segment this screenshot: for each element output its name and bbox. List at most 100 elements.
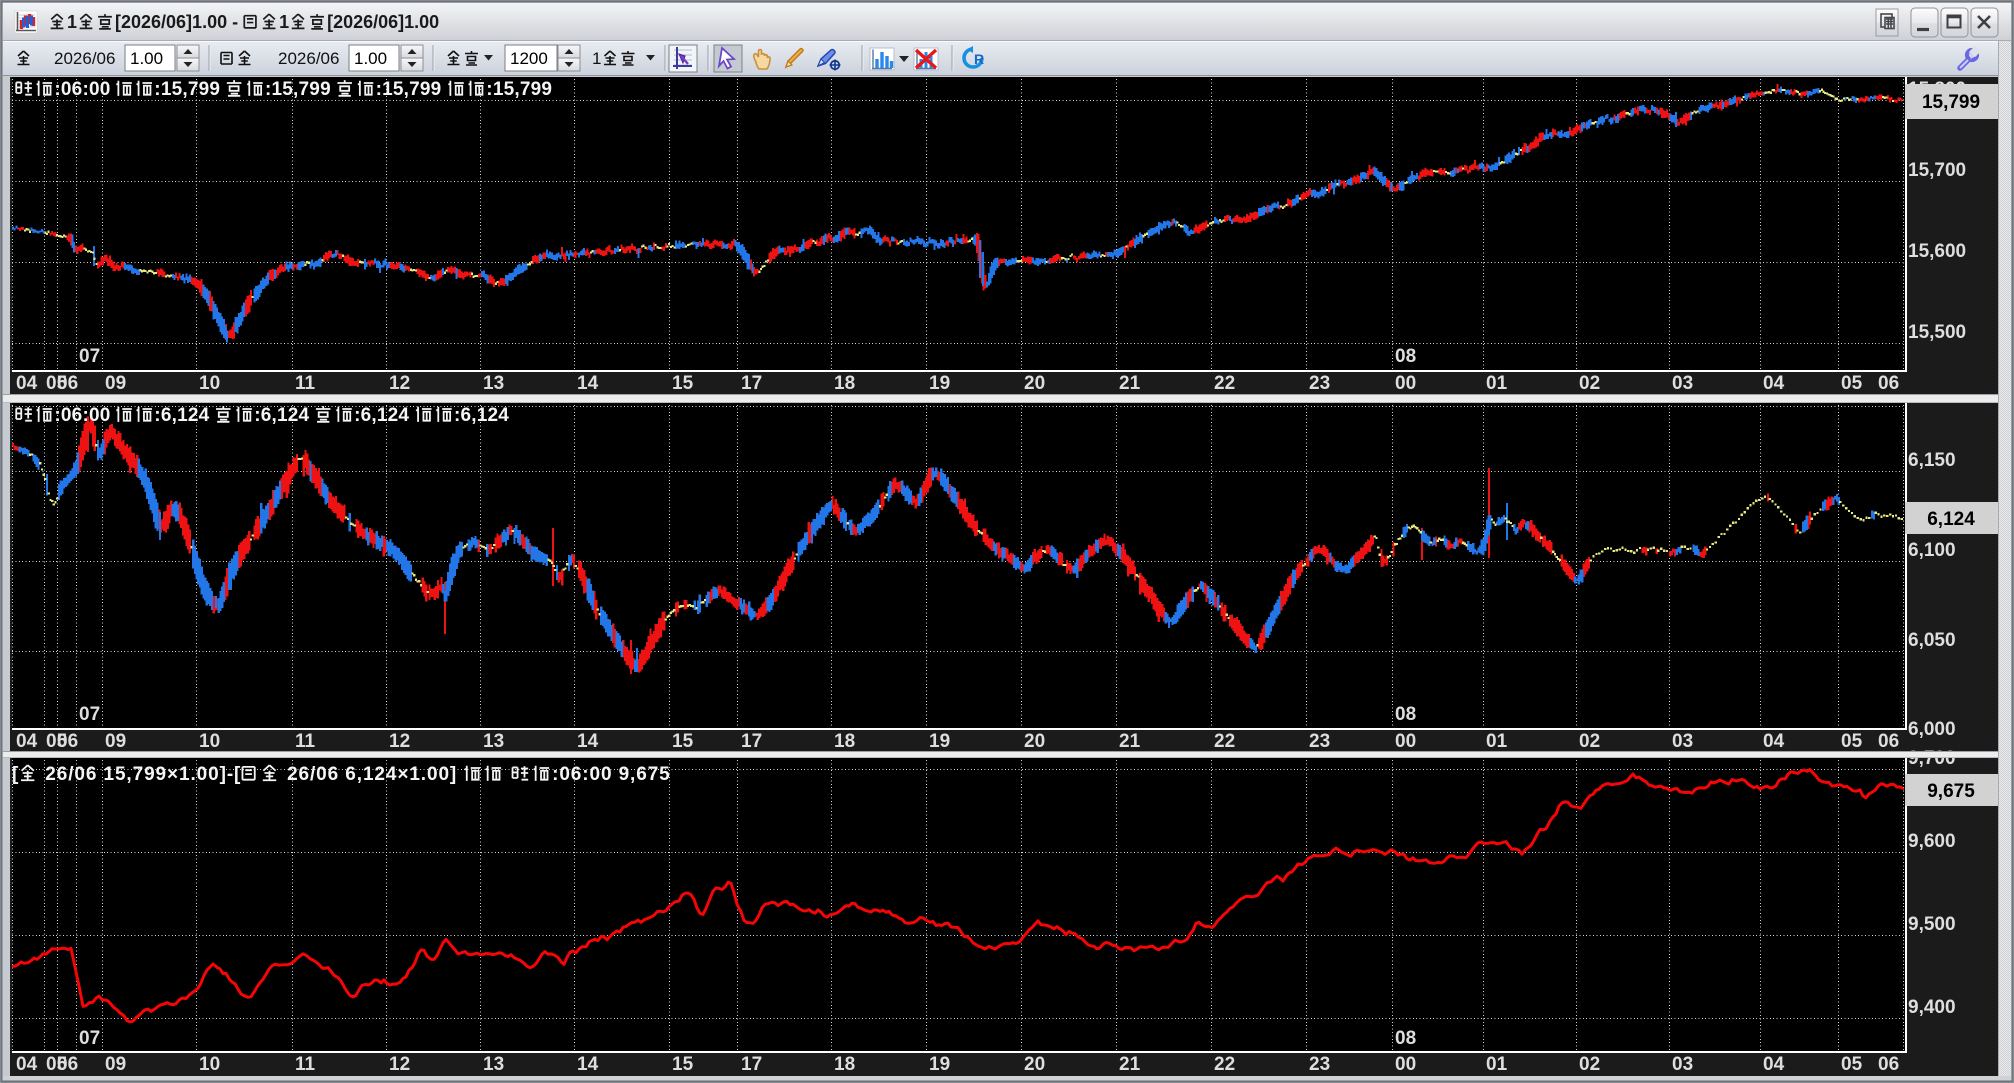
svg-text:01: 01 xyxy=(1486,1054,1508,1075)
svg-text:15: 15 xyxy=(672,1054,694,1075)
svg-text:13: 13 xyxy=(483,373,504,394)
svg-text:06: 06 xyxy=(1878,1054,1899,1075)
svg-text:15,600: 15,600 xyxy=(1908,241,1966,262)
svg-text:11: 11 xyxy=(295,1054,316,1075)
svg-text:[2026/06]1.00: [2026/06]1.00 xyxy=(327,12,439,32)
svg-text:19: 19 xyxy=(929,1054,950,1075)
svg-text:09: 09 xyxy=(105,1054,126,1075)
svg-text:06: 06 xyxy=(57,731,78,752)
svg-text:18: 18 xyxy=(834,1054,855,1075)
svg-text::06:00: :06:00 xyxy=(54,405,116,426)
svg-text:6,124: 6,124 xyxy=(1927,509,1975,530)
svg-text:06: 06 xyxy=(57,373,78,394)
svg-text:20: 20 xyxy=(1024,373,1045,394)
svg-text:14: 14 xyxy=(577,1054,599,1075)
svg-text::6,124: :6,124 xyxy=(454,405,509,426)
svg-text:09: 09 xyxy=(105,731,126,752)
svg-text:15: 15 xyxy=(672,731,694,752)
svg-text:00: 00 xyxy=(1395,373,1416,394)
svg-text:01: 01 xyxy=(1486,373,1508,394)
svg-text::15,799: :15,799 xyxy=(265,79,336,100)
svg-text::06:00 9,675: :06:00 9,675 xyxy=(552,764,671,785)
svg-text:10: 10 xyxy=(199,731,220,752)
svg-text:04: 04 xyxy=(1763,731,1785,752)
svg-text:1.00: 1.00 xyxy=(354,49,387,68)
svg-text:9,500: 9,500 xyxy=(1908,914,1956,935)
svg-text:9,600: 9,600 xyxy=(1908,831,1956,852)
svg-text:19: 19 xyxy=(929,373,950,394)
svg-text:15,799: 15,799 xyxy=(1922,92,1980,113)
svg-text:05: 05 xyxy=(1841,1054,1863,1075)
svg-text:18: 18 xyxy=(834,731,855,752)
svg-text:02: 02 xyxy=(1579,373,1600,394)
svg-text:06: 06 xyxy=(1878,373,1899,394)
svg-text:20: 20 xyxy=(1024,731,1045,752)
svg-text:2026/06: 2026/06 xyxy=(278,49,339,68)
svg-text:00: 00 xyxy=(1395,731,1416,752)
svg-text:1200: 1200 xyxy=(510,49,548,68)
svg-text:02: 02 xyxy=(1579,1054,1600,1075)
svg-text:08: 08 xyxy=(1395,1028,1416,1049)
svg-text:15,500: 15,500 xyxy=(1908,322,1966,343)
svg-text:13: 13 xyxy=(483,1054,504,1075)
svg-text:14: 14 xyxy=(577,731,599,752)
svg-text:05: 05 xyxy=(1841,373,1863,394)
svg-text:23: 23 xyxy=(1309,373,1330,394)
svg-text:22: 22 xyxy=(1214,731,1235,752)
svg-text:04: 04 xyxy=(16,731,38,752)
svg-text:07: 07 xyxy=(79,704,100,725)
svg-text:6,100: 6,100 xyxy=(1908,540,1956,561)
svg-text:04: 04 xyxy=(1763,373,1785,394)
svg-text:19: 19 xyxy=(929,731,950,752)
svg-text:15,700: 15,700 xyxy=(1908,160,1966,181)
svg-text:01: 01 xyxy=(1486,731,1508,752)
svg-text:[2026/06]1.00 -: [2026/06]1.00 - xyxy=(115,12,243,32)
svg-text:[: [ xyxy=(12,764,19,785)
svg-text::06:00: :06:00 xyxy=(54,79,116,100)
svg-text:6,000: 6,000 xyxy=(1908,719,1956,740)
svg-text:08: 08 xyxy=(1395,346,1416,367)
svg-text:17: 17 xyxy=(741,373,762,394)
svg-text:07: 07 xyxy=(79,346,100,367)
svg-text:1.00: 1.00 xyxy=(130,49,163,68)
svg-text:04: 04 xyxy=(16,1054,38,1075)
svg-text:12: 12 xyxy=(389,731,410,752)
svg-text:06: 06 xyxy=(1878,731,1899,752)
svg-text::15,799: :15,799 xyxy=(486,79,552,100)
svg-text:00: 00 xyxy=(1395,1054,1416,1075)
svg-text:26/06 6,124×1.00]: 26/06 6,124×1.00] xyxy=(281,764,463,785)
svg-text:21: 21 xyxy=(1119,731,1141,752)
svg-text:03: 03 xyxy=(1672,1054,1693,1075)
svg-text:9,675: 9,675 xyxy=(1927,781,1975,802)
svg-text:05: 05 xyxy=(1841,731,1863,752)
svg-text:1: 1 xyxy=(279,12,289,32)
svg-text:26/06 15,799×1.00]-[: 26/06 15,799×1.00]-[ xyxy=(39,764,241,785)
svg-text::15,799: :15,799 xyxy=(376,79,447,100)
svg-text:14: 14 xyxy=(577,373,599,394)
svg-text::6,124: :6,124 xyxy=(154,405,215,426)
svg-text:17: 17 xyxy=(741,1054,762,1075)
svg-text:13: 13 xyxy=(483,731,504,752)
svg-text:22: 22 xyxy=(1214,1054,1235,1075)
svg-text:10: 10 xyxy=(199,1054,220,1075)
svg-text::15,799: :15,799 xyxy=(154,79,225,100)
svg-text:R: R xyxy=(974,51,984,67)
svg-text:9,400: 9,400 xyxy=(1908,997,1956,1018)
svg-text:23: 23 xyxy=(1309,1054,1330,1075)
svg-text:11: 11 xyxy=(295,373,316,394)
svg-text:06: 06 xyxy=(57,1054,78,1075)
svg-text:2026/06: 2026/06 xyxy=(54,49,115,68)
svg-text:15: 15 xyxy=(672,373,694,394)
svg-text:22: 22 xyxy=(1214,373,1235,394)
svg-text:21: 21 xyxy=(1119,1054,1141,1075)
svg-text:23: 23 xyxy=(1309,731,1330,752)
svg-text:6,050: 6,050 xyxy=(1908,630,1956,651)
svg-text:03: 03 xyxy=(1672,731,1693,752)
svg-text::6,124: :6,124 xyxy=(254,405,315,426)
svg-text:09: 09 xyxy=(105,373,126,394)
svg-text:6,150: 6,150 xyxy=(1908,450,1956,471)
svg-text:21: 21 xyxy=(1119,373,1141,394)
svg-text:12: 12 xyxy=(389,373,410,394)
svg-text:20: 20 xyxy=(1024,1054,1045,1075)
svg-text:17: 17 xyxy=(741,731,762,752)
